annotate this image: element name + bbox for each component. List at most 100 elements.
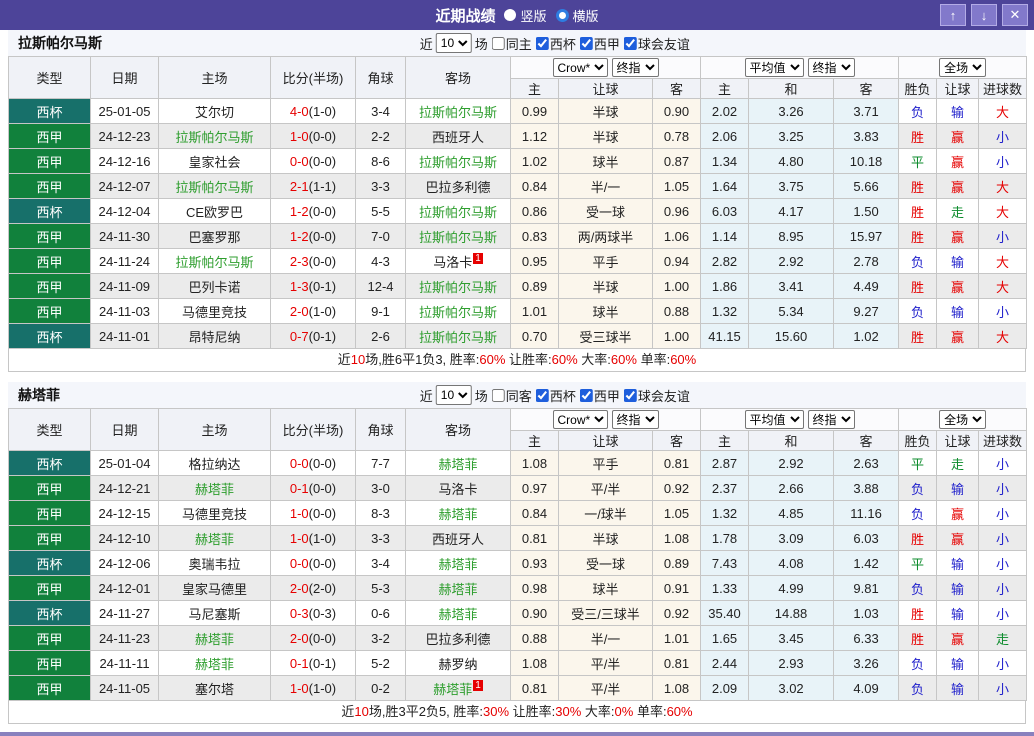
competition-badge: 西甲 <box>8 223 91 249</box>
summary-text: 大率: <box>581 704 615 719</box>
league-cup-checkbox[interactable] <box>535 388 549 402</box>
scope-select[interactable]: 全场 <box>939 58 987 77</box>
half-time-score: (1-1) <box>308 178 337 194</box>
match-row: 西甲 24-12-07 拉斯帕尔马斯 2-1(1-1) 3-3 巴拉多利德 0.84 半/一 1… <box>8 173 1028 199</box>
result-goals: 大 <box>978 198 1028 224</box>
handicap-home-odds: 1.08 <box>510 450 559 476</box>
close-button[interactable]: ✕ <box>1002 4 1028 26</box>
corner-count: 0-2 <box>355 675 406 701</box>
full-time-score: 2-0 <box>289 630 309 646</box>
handicap-home-odds: 0.88 <box>510 625 559 651</box>
result-wdl: 负 <box>898 675 938 701</box>
handicap-line: 受三球半 <box>558 323 653 349</box>
half-time-score: (0-0) <box>308 253 337 269</box>
match-row: 西甲 24-11-05 塞尔塔 1-0(1-0) 0-2 赫塔菲 1 0.81 平/半 1.08 2… <box>8 675 1028 701</box>
avg-home-odds: 1.32 <box>700 298 750 324</box>
handicap-line: 受一球 <box>558 198 653 224</box>
layout-radio-horizontal[interactable]: 横版 <box>555 6 599 25</box>
result-handicap: 输 <box>936 550 980 576</box>
match-row: 西甲 24-12-23 拉斯帕尔马斯 1-0(0-0) 2-2 西班牙人 1.12 半球 0.7… <box>8 123 1028 149</box>
col-result-wdl: 胜负 <box>898 430 938 451</box>
result-goals: 小 <box>978 600 1028 626</box>
recent-label: 近 <box>419 36 433 52</box>
corner-count: 3-4 <box>355 98 406 124</box>
col-avg-draw: 和 <box>748 78 835 99</box>
league-liga-checkbox-label[interactable]: 西甲 <box>579 34 620 53</box>
handicap-line: 半球 <box>558 525 653 551</box>
recent-count-select[interactable]: 10 <box>435 33 472 53</box>
summary-stat-value: 60% <box>610 352 637 367</box>
home-team-cell: CE欧罗巴 <box>158 198 271 224</box>
odds-source-select[interactable]: Crow* <box>552 410 608 429</box>
scope-select[interactable]: 全场 <box>939 410 987 429</box>
league-liga-checkbox-label[interactable]: 西甲 <box>579 386 620 405</box>
odds-stage-select[interactable]: 终指 <box>611 58 659 77</box>
away-team-cell: 赫塔菲 <box>405 450 511 476</box>
col-handicap-line: 让球 <box>558 78 653 99</box>
league-friendly-checkbox-label[interactable]: 球会友谊 <box>623 386 690 405</box>
avg-draw-odds: 4.80 <box>748 148 835 174</box>
col-result-goals: 进球数 <box>978 430 1028 451</box>
league-cup-checkbox-label[interactable]: 西杯 <box>535 34 576 53</box>
away-team-cell: 拉斯帕尔马斯 <box>405 323 511 349</box>
result-handicap: 走 <box>936 450 980 476</box>
handicap-line: 平手 <box>558 248 653 274</box>
handicap-away-odds: 0.94 <box>651 248 702 274</box>
avg-draw-odds: 4.99 <box>748 575 835 601</box>
avg-home-odds: 7.43 <box>700 550 750 576</box>
same-venue-checkbox-label[interactable]: 同客 <box>491 386 532 405</box>
move-up-button[interactable]: ↑ <box>940 4 966 26</box>
handicap-line: 平/半 <box>558 650 653 676</box>
league-friendly-checkbox[interactable] <box>623 388 637 402</box>
avg-source-select[interactable]: 平均值 <box>744 410 804 429</box>
handicap-home-odds: 0.93 <box>510 550 559 576</box>
result-wdl: 胜 <box>898 323 938 349</box>
full-time-score: 1-0 <box>289 530 309 546</box>
avg-draw-odds: 2.93 <box>748 650 835 676</box>
result-wdl: 胜 <box>898 625 938 651</box>
col-type: 类型 <box>8 408 91 451</box>
avg-home-odds: 1.64 <box>700 173 750 199</box>
league-friendly-checkbox-label[interactable]: 球会友谊 <box>623 34 690 53</box>
match-date: 24-11-05 <box>90 675 159 701</box>
titlebar-buttons: ↑ ↓ ✕ <box>940 4 1028 26</box>
result-wdl: 胜 <box>898 123 938 149</box>
team-text: 拉斯帕尔马斯 <box>175 129 254 145</box>
col-date: 日期 <box>90 56 159 99</box>
same-venue-checkbox[interactable] <box>491 36 505 50</box>
corner-count: 3-0 <box>355 475 406 501</box>
avg-home-odds: 2.82 <box>700 248 750 274</box>
avg-away-odds: 2.78 <box>833 248 900 274</box>
league-friendly-checkbox[interactable] <box>623 36 637 50</box>
corner-count: 8-3 <box>355 500 406 526</box>
result-handicap: 赢 <box>936 273 980 299</box>
move-down-button[interactable]: ↓ <box>971 4 997 26</box>
layout-radio-vertical[interactable]: 竖版 <box>504 6 547 25</box>
league-cup-checkbox[interactable] <box>535 36 549 50</box>
avg-stage-select[interactable]: 终指 <box>807 410 855 429</box>
league-liga-checkbox[interactable] <box>579 36 593 50</box>
league-cup-checkbox-label[interactable]: 西杯 <box>535 386 576 405</box>
avg-home-odds: 2.37 <box>700 475 750 501</box>
avg-away-odds: 1.03 <box>833 600 900 626</box>
recent-count-select[interactable]: 10 <box>435 385 472 405</box>
col-avg-away: 客 <box>833 430 900 451</box>
away-team-cell: 赫塔菲 1 <box>405 675 511 701</box>
corner-count: 4-3 <box>355 248 406 274</box>
odds-stage-select[interactable]: 终指 <box>611 410 659 429</box>
col-result-handicap: 让球 <box>936 78 980 99</box>
home-team-cell: 昂特尼纳 <box>158 323 271 349</box>
col-corner: 角球 <box>355 56 406 99</box>
same-venue-checkbox-label[interactable]: 同主 <box>491 34 532 53</box>
col-result-goals: 进球数 <box>978 78 1028 99</box>
handicap-away-odds: 1.00 <box>651 323 702 349</box>
match-row: 西甲 24-12-21 赫塔菲 0-1(0-0) 3-0 马洛卡 0.97 平/半 0.92 2.… <box>8 475 1028 501</box>
avg-stage-select[interactable]: 终指 <box>807 58 855 77</box>
league-liga-checkbox[interactable] <box>579 388 593 402</box>
handicap-away-odds: 0.91 <box>651 575 702 601</box>
avg-source-select[interactable]: 平均值 <box>744 58 804 77</box>
away-team-cell: 西班牙人 <box>405 525 511 551</box>
same-venue-checkbox[interactable] <box>491 388 505 402</box>
odds-source-select[interactable]: Crow* <box>552 58 608 77</box>
handicap-home-odds: 0.97 <box>510 475 559 501</box>
